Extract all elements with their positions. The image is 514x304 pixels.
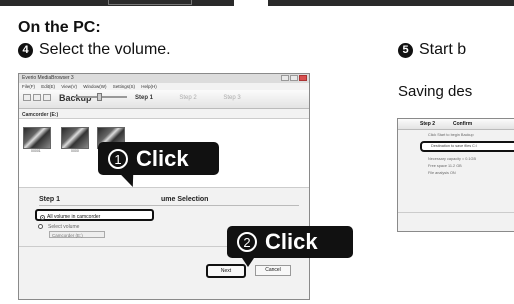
video-thumbnail[interactable] bbox=[61, 127, 89, 149]
maximize-icon[interactable] bbox=[290, 75, 298, 81]
all-volume-label: All volume in camcorder bbox=[47, 214, 101, 220]
detail-view-icon[interactable] bbox=[43, 94, 51, 101]
camcorder-dropdown[interactable]: Camcorder (E:) bbox=[49, 231, 105, 238]
step-4-text: Select the volume. bbox=[39, 41, 171, 58]
radio-selected-icon[interactable] bbox=[40, 215, 45, 220]
step-1-tab: Step 1 bbox=[134, 95, 153, 101]
click-callout-2: 2 Click bbox=[227, 226, 353, 258]
destination-field[interactable]: Destination to save files C:\ bbox=[420, 141, 514, 152]
volume-selection-title: Step 1 bbox=[39, 196, 61, 203]
click-callout-1: 1 Click bbox=[98, 142, 219, 175]
zoom-slider[interactable] bbox=[75, 93, 127, 101]
menu-bar: File(F) Edit(E) View(V) Window(W) Settin… bbox=[19, 83, 309, 90]
top-bar-left bbox=[0, 0, 234, 6]
callout-2-number: 2 bbox=[237, 232, 257, 252]
confirm-window-header: Step 2 Confirm bbox=[398, 119, 514, 130]
menu-view[interactable]: View(V) bbox=[61, 84, 77, 89]
file-analysis-text: File analysis ON bbox=[428, 171, 456, 175]
left-heading: On the PC: bbox=[18, 19, 101, 36]
top-bar-right bbox=[268, 0, 514, 6]
app-title: Everio MediaBrowser 3 bbox=[22, 75, 74, 81]
step-2-tab: Step 2 bbox=[420, 121, 436, 127]
menu-edit[interactable]: Edit(E) bbox=[41, 84, 55, 89]
free-space-text: Free space 11.2 GB bbox=[428, 164, 462, 168]
divider bbox=[398, 212, 514, 213]
all-volume-option[interactable]: All volume in camcorder bbox=[35, 209, 154, 221]
backup-label: Backup bbox=[59, 93, 92, 103]
menu-help[interactable]: Help(H) bbox=[141, 84, 157, 89]
video-thumbnail[interactable] bbox=[23, 127, 51, 149]
thumbnail-caption: 00001 bbox=[31, 149, 41, 153]
top-bar-notch bbox=[108, 0, 192, 5]
callout-2-label: Click bbox=[265, 229, 318, 254]
app-window: Everio MediaBrowser 3 File(F) Edit(E) Vi… bbox=[18, 73, 310, 300]
menu-file[interactable]: File(F) bbox=[22, 84, 35, 89]
instruction-text: Click Start to begin Backup bbox=[428, 133, 474, 137]
confirm-label: Confirm bbox=[453, 121, 473, 127]
callout-2-pointer bbox=[242, 258, 254, 267]
thumbnail-caption: 0000 bbox=[71, 149, 79, 153]
grid-view-icon[interactable] bbox=[23, 94, 31, 101]
list-view-icon[interactable] bbox=[33, 94, 41, 101]
select-volume-label: Select volume bbox=[48, 224, 80, 230]
close-icon[interactable] bbox=[299, 75, 307, 81]
radio-icon[interactable] bbox=[38, 224, 43, 229]
zoom-slider-handle[interactable] bbox=[97, 93, 102, 101]
toolbar: Backup Step 1 Step 2 Step 3 bbox=[19, 90, 309, 109]
window-controls bbox=[281, 75, 307, 81]
minimize-icon[interactable] bbox=[281, 75, 289, 81]
saving-text: Saving des bbox=[398, 83, 473, 100]
step-5: 5 Start b bbox=[398, 41, 466, 59]
step-2-tab: Step 2 bbox=[179, 95, 197, 101]
view-icons bbox=[23, 94, 51, 101]
step-4-number: 4 bbox=[18, 42, 33, 58]
menu-window[interactable]: Window(W) bbox=[83, 84, 106, 89]
divider bbox=[39, 205, 299, 206]
step-3-tab: Step 3 bbox=[223, 95, 241, 101]
select-volume-option[interactable]: Select volume bbox=[38, 224, 79, 230]
next-button[interactable]: Next bbox=[206, 264, 246, 278]
volume-selection-title-suffix: ume Selection bbox=[161, 196, 209, 203]
confirm-window: Step 2 Confirm Click Start to begin Back… bbox=[397, 118, 514, 232]
callout-1-number: 1 bbox=[108, 148, 128, 169]
cancel-button[interactable]: Cancel bbox=[255, 265, 291, 276]
step-4: 4 Select the volume. bbox=[18, 41, 171, 59]
menu-settings[interactable]: Settings(S) bbox=[113, 84, 135, 89]
capacity-text: Necessary capacity = 0.1GB bbox=[428, 157, 477, 161]
app-title-bar: Everio MediaBrowser 3 bbox=[19, 74, 309, 83]
step-5-number: 5 bbox=[398, 42, 413, 58]
callout-1-label: Click bbox=[136, 145, 189, 171]
step-5-text: Start b bbox=[419, 41, 467, 58]
